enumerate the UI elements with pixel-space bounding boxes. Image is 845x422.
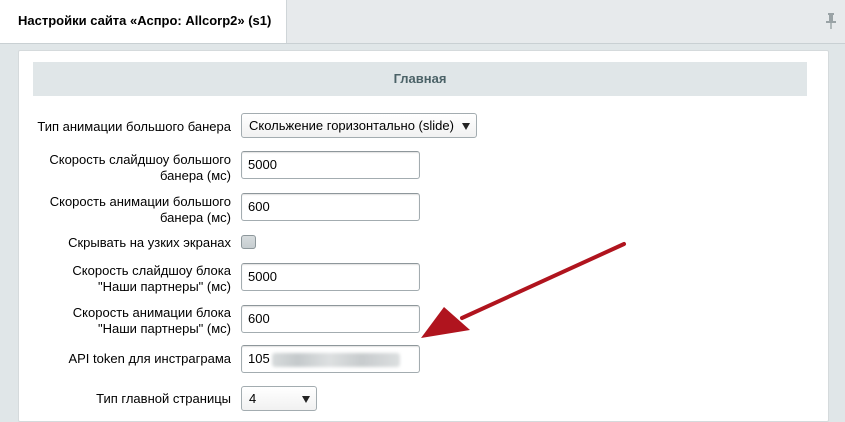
instagram-token-label: API token для инстраграма [68, 351, 231, 366]
main-page-type-label: Тип главной страницы [96, 391, 231, 406]
main-page-type-select[interactable]: 4 [241, 386, 317, 411]
banner-anim-type-label: Тип анимации большого банера [37, 119, 231, 134]
row-instagram-token: API token для инстраграма 105 [33, 345, 807, 373]
row-banner-anim-speed: Скорость анимации большого банера (мс) 6… [33, 192, 807, 226]
chevron-down-icon [462, 123, 470, 130]
row-partners-slideshow-speed: Скорость слайдшоу блока "Наши партнеры" … [33, 262, 807, 296]
banner-anim-speed-input[interactable]: 600 [241, 193, 420, 221]
partners-anim-speed-input[interactable]: 600 [241, 305, 420, 333]
banner-anim-speed-value: 600 [248, 199, 270, 214]
row-hide-narrow: Скрывать на узких экранах [33, 234, 807, 252]
partners-slideshow-speed-input[interactable]: 5000 [241, 263, 420, 291]
main-page-type-value: 4 [249, 391, 257, 406]
banner-slideshow-speed-label: Скорость слайдшоу большого банера (мс) [49, 152, 231, 183]
redacted-token-blur [271, 352, 400, 367]
partners-anim-speed-value: 600 [248, 311, 270, 326]
banner-anim-type-select[interactable]: Скольжение горизонтально (slide) [241, 113, 477, 138]
partners-slideshow-speed-label: Скорость слайдшоу блока "Наши партнеры" … [72, 263, 231, 294]
row-banner-anim-type: Тип анимации большого банера Скольжение … [33, 113, 807, 141]
banner-slideshow-speed-value: 5000 [248, 157, 277, 172]
banner-anim-type-value: Скольжение горизонтально (slide) [249, 118, 454, 133]
section-header: Главная [33, 62, 807, 96]
instagram-token-input[interactable]: 105 [241, 345, 420, 373]
row-main-page-type: Тип главной страницы 4 [33, 386, 807, 412]
banner-anim-speed-label: Скорость анимации большого банера (мс) [49, 194, 231, 225]
row-partners-anim-speed: Скорость анимации блока "Наши партнеры" … [33, 304, 807, 338]
instagram-token-visible-value: 105 [248, 351, 270, 366]
tab-site-settings[interactable]: Настройки сайта «Аспро: Allcorp2» (s1) [0, 0, 287, 43]
tab-title: Настройки сайта «Аспро: Allcorp2» (s1) [18, 13, 272, 28]
row-banner-slideshow-speed: Скорость слайдшоу большого банера (мс) 5… [33, 150, 807, 184]
banner-slideshow-speed-input[interactable]: 5000 [241, 151, 420, 179]
chevron-down-icon [302, 396, 310, 403]
section-title: Главная [393, 71, 447, 86]
partners-slideshow-speed-value: 5000 [248, 269, 277, 284]
settings-tab-bar: Настройки сайта «Аспро: Allcorp2» (s1) [0, 0, 845, 44]
pin-icon[interactable] [825, 12, 837, 30]
hide-narrow-label: Скрывать на узких экранах [68, 235, 231, 250]
hide-narrow-checkbox[interactable] [241, 235, 256, 249]
partners-anim-speed-label: Скорость анимации блока "Наши партнеры" … [72, 305, 231, 336]
